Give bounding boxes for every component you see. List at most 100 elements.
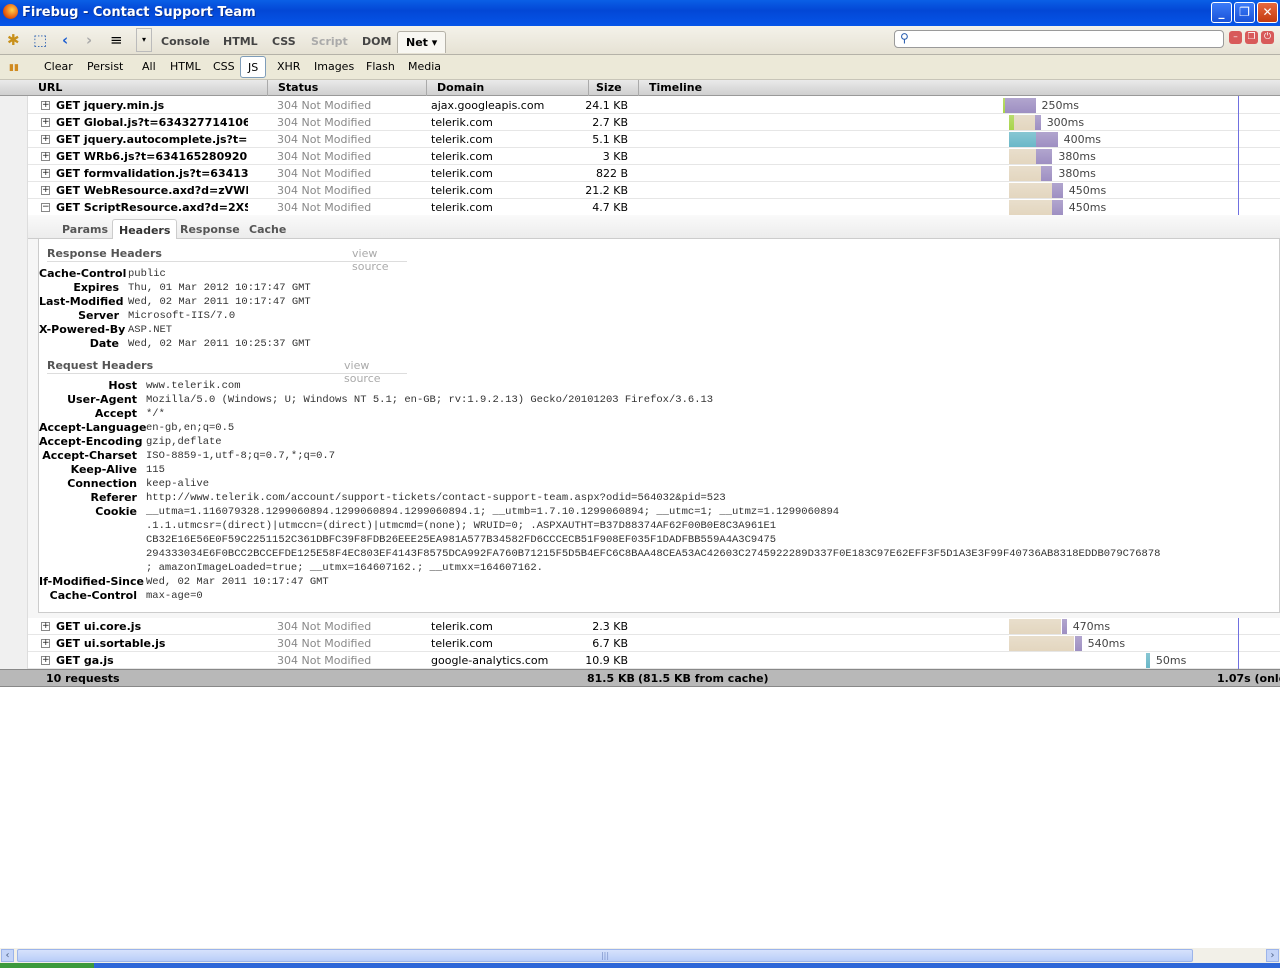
column-domain[interactable]: Domain: [437, 81, 484, 94]
expand-toggle-icon[interactable]: +: [41, 656, 50, 665]
header-value: */*: [146, 408, 165, 420]
table-row[interactable]: + GET ui.sortable.js 304 Not Modified teler…: [28, 635, 1280, 652]
start-button[interactable]: [0, 963, 94, 968]
tab-css[interactable]: CSS: [272, 35, 296, 48]
filter-xhr[interactable]: XHR: [277, 60, 300, 73]
request-count: 10 requests: [46, 672, 120, 685]
table-row[interactable]: −GET ScriptResource.axd?d=2XSf59 304 Not …: [28, 199, 1280, 216]
tab-console[interactable]: Console: [161, 35, 210, 48]
request-size: 4.7 KB: [592, 201, 628, 214]
expand-toggle-icon[interactable]: +: [41, 169, 50, 178]
request-url[interactable]: GET WebResource.axd?d=zVWHjcI: [56, 184, 248, 197]
header-name: Cache-Control: [39, 267, 127, 280]
filter-flash[interactable]: Flash: [366, 60, 395, 73]
request-url[interactable]: GET WRb6.js?t=634165280920523: [56, 150, 248, 163]
expand-toggle-icon[interactable]: +: [41, 152, 50, 161]
header-name: Date: [89, 337, 119, 350]
filter-css[interactable]: CSS: [213, 60, 235, 73]
tab-dom[interactable]: DOM: [362, 35, 391, 48]
xhr-icon[interactable]: ▮▮: [9, 59, 19, 77]
request-size: 822 B: [595, 167, 628, 180]
response-headers-title: Response Headers view source: [47, 247, 407, 273]
expand-toggle-icon[interactable]: +: [41, 135, 50, 144]
horizontal-scrollbar[interactable]: ‹ ||| ›: [0, 948, 1280, 963]
scrollbar-thumb[interactable]: |||: [17, 949, 1193, 962]
firebug-minimize-button[interactable]: –: [1229, 31, 1242, 44]
header-value: __utma=1.116079328.1299060894.1299060894…: [146, 506, 840, 518]
search-input[interactable]: ⚲: [894, 30, 1224, 48]
scroll-right-icon[interactable]: ›: [1266, 949, 1279, 962]
timeline-bar-segment: [1074, 636, 1082, 651]
expand-toggle-icon[interactable]: −: [41, 203, 50, 212]
column-size[interactable]: Size: [596, 81, 622, 94]
request-domain: telerik.com: [431, 150, 493, 163]
header-name: Connection: [67, 477, 137, 490]
filter-html[interactable]: HTML: [170, 60, 201, 73]
table-row[interactable]: + GET ui.core.js 304 Not Modified telerik.c…: [28, 618, 1280, 635]
request-url[interactable]: GET ui.core.js: [56, 620, 248, 633]
firebug-icon[interactable]: ✱: [7, 31, 20, 49]
table-row[interactable]: + GET WebResource.axd?d=zVWHjcI 304 Not Mo…: [28, 182, 1280, 199]
firebug-close-button[interactable]: ⏻: [1261, 31, 1274, 44]
expand-toggle-icon[interactable]: +: [41, 101, 50, 110]
request-url[interactable]: GET jquery.autocomplete.js?t=634: [56, 133, 248, 146]
header-name: Expires: [73, 281, 119, 294]
expand-toggle-icon[interactable]: +: [41, 118, 50, 127]
request-size: 2.7 KB: [592, 116, 628, 129]
header-value: Mozilla/5.0 (Windows; U; Windows NT 5.1;…: [146, 394, 714, 406]
filter-images[interactable]: Images: [314, 60, 354, 73]
column-status[interactable]: Status: [278, 81, 318, 94]
request-url[interactable]: GET ui.sortable.js: [56, 637, 248, 650]
header-value: public: [128, 268, 166, 280]
forward-icon[interactable]: ›: [86, 31, 92, 49]
table-row[interactable]: + GET formvalidation.js?t=634136691 304 No…: [28, 165, 1280, 182]
view-source-link[interactable]: view source: [352, 247, 407, 273]
scroll-left-icon[interactable]: ‹: [1, 949, 14, 962]
request-headers-label: Request Headers: [47, 359, 154, 372]
total-time: 1.07s (onlo: [1217, 672, 1280, 685]
expand-toggle-icon[interactable]: +: [41, 639, 50, 648]
maximize-button[interactable]: ❐: [1234, 2, 1255, 23]
minimize-button[interactable]: _: [1211, 2, 1232, 23]
filter-media[interactable]: Media: [408, 60, 441, 73]
timeline-bar-segment: [1008, 183, 1052, 198]
timeline-bar-segment: [1051, 200, 1063, 215]
persist-button[interactable]: Persist: [87, 60, 123, 73]
table-row[interactable]: + GET Global.js?t=634327714106451 304 Not …: [28, 114, 1280, 131]
column-url[interactable]: URL: [38, 81, 62, 94]
inspect-icon[interactable]: ⬚: [33, 31, 47, 49]
request-url[interactable]: GET formvalidation.js?t=634136691: [56, 167, 248, 180]
back-icon[interactable]: ‹: [62, 31, 68, 49]
table-row[interactable]: + GET jquery.min.js 304 Not Modified ajax.g…: [28, 97, 1280, 114]
table-row[interactable]: + GET jquery.autocomplete.js?t=634 304 Not…: [28, 131, 1280, 148]
expand-toggle-icon[interactable]: +: [41, 186, 50, 195]
table-row[interactable]: + GET WRb6.js?t=634165280920523 304 Not Mo…: [28, 148, 1280, 165]
timeline-bar-segment: [1036, 132, 1058, 147]
panel-dropdown-button[interactable]: ▾: [136, 28, 152, 52]
tab-net[interactable]: Net ▾: [397, 31, 447, 53]
tab-params[interactable]: Params: [62, 223, 108, 236]
header-value: 115: [146, 464, 165, 476]
table-row[interactable]: + GET ga.js 304 Not Modified google-analyti…: [28, 652, 1280, 669]
menu-icon[interactable]: ≡: [110, 31, 123, 49]
tab-html[interactable]: HTML: [223, 35, 258, 48]
tab-cache[interactable]: Cache: [249, 223, 286, 236]
tab-response[interactable]: Response: [180, 223, 240, 236]
header-name: Host: [108, 379, 137, 392]
view-source-link[interactable]: view source: [344, 359, 407, 385]
request-url[interactable]: GET ScriptResource.axd?d=2XSf59: [56, 201, 248, 214]
request-size: 3 KB: [602, 150, 628, 163]
request-url[interactable]: GET ga.js: [56, 654, 248, 667]
filter-all[interactable]: All: [142, 60, 156, 73]
header-value: en-gb,en;q=0.5: [146, 422, 235, 434]
close-button[interactable]: ✕: [1257, 2, 1278, 23]
tab-script[interactable]: Script: [311, 35, 348, 48]
request-url[interactable]: GET jquery.min.js: [56, 99, 248, 112]
request-url[interactable]: GET Global.js?t=634327714106451: [56, 116, 248, 129]
firebug-detach-button[interactable]: ❐: [1245, 31, 1258, 44]
column-timeline[interactable]: Timeline: [649, 81, 702, 94]
clear-button[interactable]: Clear: [44, 60, 73, 73]
expand-toggle-icon[interactable]: +: [41, 622, 50, 631]
tab-headers[interactable]: Headers: [112, 219, 178, 240]
filter-js[interactable]: JS: [240, 56, 267, 78]
